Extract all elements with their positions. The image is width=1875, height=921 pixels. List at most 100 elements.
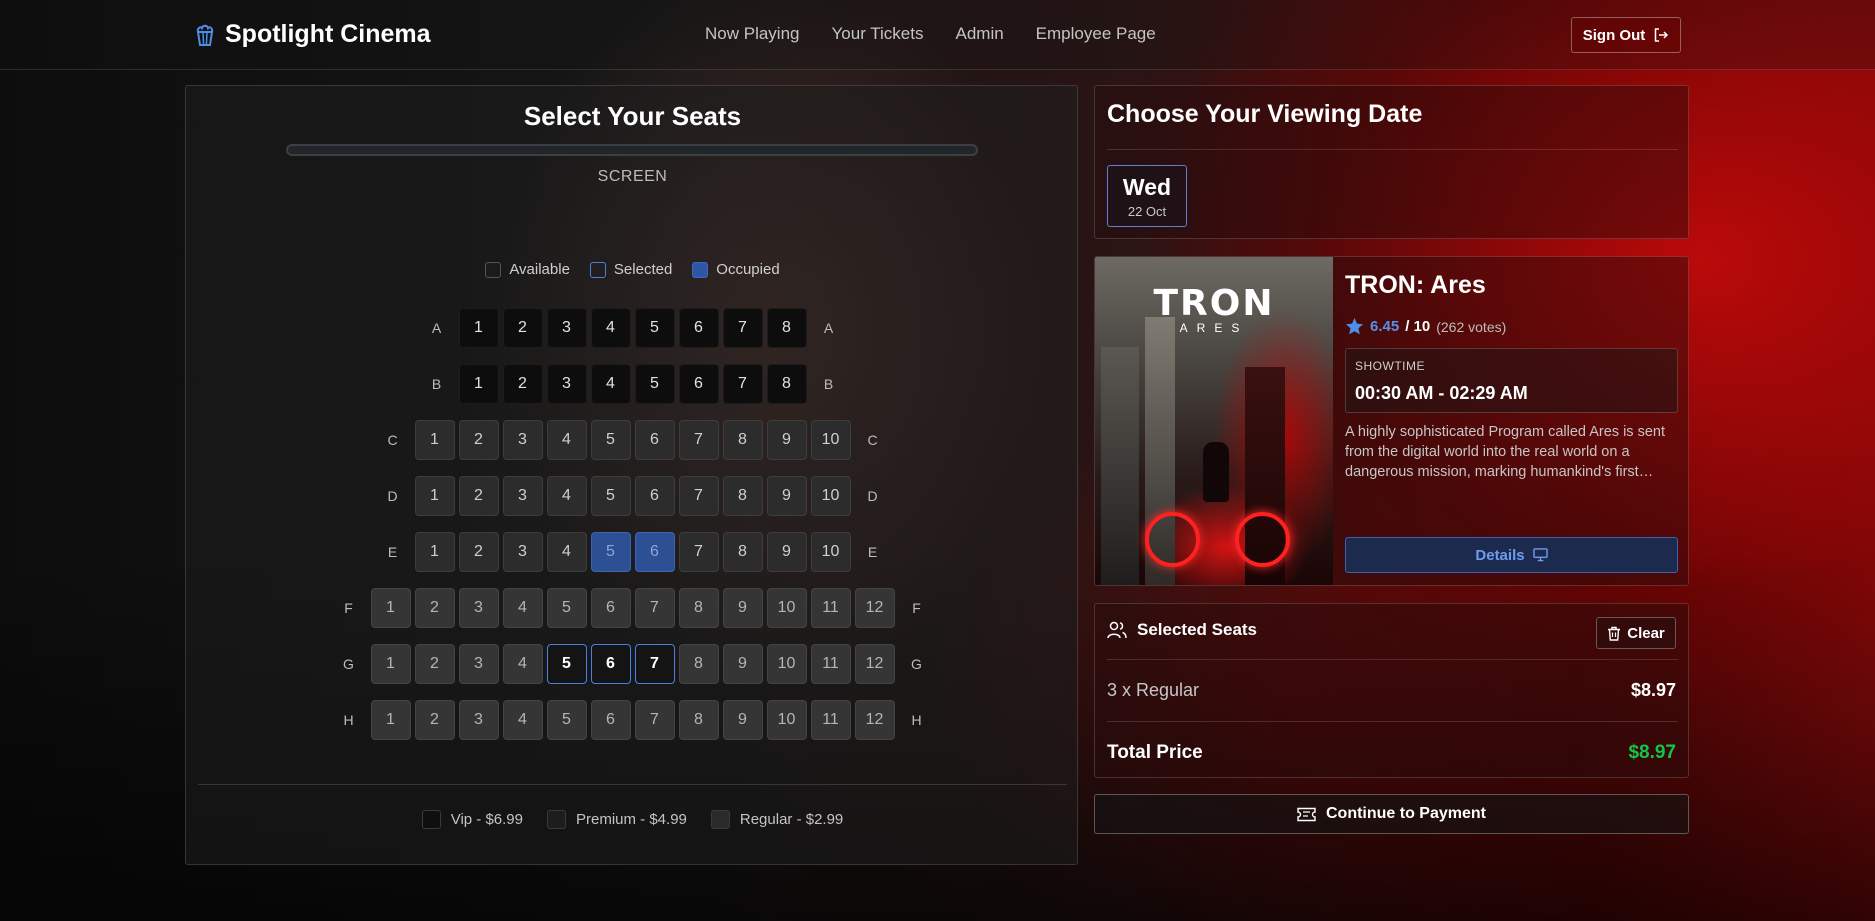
seat[interactable]: 11 — [810, 588, 851, 628]
seat[interactable]: 8 — [722, 532, 763, 572]
seat[interactable]: 6 — [590, 644, 631, 684]
seat[interactable]: 8 — [722, 420, 763, 460]
seat[interactable]: 5 — [634, 308, 675, 348]
seat[interactable]: 10 — [810, 420, 851, 460]
seat[interactable]: 9 — [766, 532, 807, 572]
sign-out-button[interactable]: Sign Out — [1571, 17, 1681, 53]
seat[interactable]: 2 — [502, 364, 543, 404]
date-option-selected[interactable]: Wed 22 Oct — [1107, 165, 1187, 227]
seat[interactable]: 12 — [854, 644, 895, 684]
seat[interactable]: 4 — [546, 420, 587, 460]
seat[interactable]: 8 — [678, 588, 719, 628]
nav-employee-page[interactable]: Employee Page — [1036, 24, 1156, 44]
seat[interactable]: 1 — [370, 588, 411, 628]
seat[interactable]: 11 — [810, 644, 851, 684]
seat[interactable]: 7 — [722, 364, 763, 404]
seat[interactable]: 4 — [502, 644, 543, 684]
seat[interactable]: 2 — [458, 476, 499, 516]
seat[interactable]: 5 — [546, 588, 587, 628]
seat[interactable]: 5 — [590, 476, 631, 516]
movie-info-card: TRON ARES TRON: Ares 6.45 / 10 (262 vote… — [1094, 256, 1689, 586]
seat[interactable]: 12 — [854, 700, 895, 740]
seat[interactable]: 10 — [766, 644, 807, 684]
seat[interactable]: 2 — [502, 308, 543, 348]
row-label: D — [867, 488, 878, 504]
seat[interactable]: 4 — [546, 532, 587, 572]
seat[interactable]: 1 — [414, 532, 455, 572]
seat[interactable]: 4 — [546, 476, 587, 516]
top-nav-bar: Spotlight Cinema Now Playing Your Ticket… — [0, 0, 1875, 70]
seat[interactable]: 7 — [678, 476, 719, 516]
seat[interactable]: 8 — [766, 364, 807, 404]
seat[interactable]: 4 — [590, 308, 631, 348]
seat[interactable]: 9 — [722, 644, 763, 684]
seat[interactable]: 4 — [502, 700, 543, 740]
seat[interactable]: 9 — [722, 588, 763, 628]
seat[interactable]: 1 — [414, 476, 455, 516]
seat[interactable]: 8 — [766, 308, 807, 348]
continue-to-payment-button[interactable]: Continue to Payment — [1094, 794, 1689, 834]
line-item-value: $8.97 — [1630, 680, 1676, 700]
row-label: E — [387, 544, 398, 560]
seat[interactable]: 3 — [458, 644, 499, 684]
seat[interactable]: 6 — [634, 420, 675, 460]
seat[interactable]: 1 — [458, 364, 499, 404]
seat[interactable]: 11 — [810, 700, 851, 740]
seat[interactable]: 7 — [722, 308, 763, 348]
screen-label: SCREEN — [597, 168, 668, 185]
seat[interactable]: 9 — [766, 476, 807, 516]
seat[interactable]: 8 — [678, 644, 719, 684]
seat[interactable]: 7 — [634, 700, 675, 740]
seat[interactable]: 5 — [546, 644, 587, 684]
seat[interactable]: 1 — [370, 700, 411, 740]
seat[interactable]: 3 — [458, 700, 499, 740]
nav-admin[interactable]: Admin — [955, 24, 1003, 44]
seat[interactable]: 1 — [414, 420, 455, 460]
seat[interactable]: 10 — [810, 532, 851, 572]
row-label: D — [387, 488, 398, 504]
seat[interactable]: 3 — [502, 532, 543, 572]
seat[interactable]: 6 — [678, 308, 719, 348]
seat[interactable]: 3 — [458, 588, 499, 628]
popcorn-icon — [195, 24, 215, 46]
seat[interactable]: 6 — [634, 532, 675, 572]
seat[interactable]: 9 — [722, 700, 763, 740]
seat[interactable]: 12 — [854, 588, 895, 628]
clear-button[interactable]: Clear — [1596, 617, 1676, 649]
seat[interactable]: 7 — [634, 588, 675, 628]
seat[interactable]: 5 — [634, 364, 675, 404]
seat[interactable]: 8 — [678, 700, 719, 740]
nav-now-playing[interactable]: Now Playing — [705, 24, 800, 44]
seat[interactable]: 4 — [502, 588, 543, 628]
seat[interactable]: 6 — [634, 476, 675, 516]
seat[interactable]: 3 — [502, 420, 543, 460]
seat[interactable]: 7 — [634, 644, 675, 684]
seat[interactable]: 6 — [590, 700, 631, 740]
seat[interactable]: 10 — [766, 588, 807, 628]
seat[interactable]: 7 — [678, 420, 719, 460]
brand[interactable]: Spotlight Cinema — [195, 20, 431, 49]
nav-your-tickets[interactable]: Your Tickets — [832, 24, 924, 44]
seat[interactable]: 3 — [546, 308, 587, 348]
seat[interactable]: 2 — [414, 700, 455, 740]
seat[interactable]: 9 — [766, 420, 807, 460]
seat[interactable]: 1 — [370, 644, 411, 684]
seat[interactable]: 5 — [590, 420, 631, 460]
seat[interactable]: 6 — [678, 364, 719, 404]
seat[interactable]: 4 — [590, 364, 631, 404]
seat[interactable]: 2 — [458, 532, 499, 572]
details-button[interactable]: Details — [1345, 537, 1678, 573]
seat[interactable]: 2 — [458, 420, 499, 460]
seat[interactable]: 3 — [502, 476, 543, 516]
seat[interactable]: 3 — [546, 364, 587, 404]
seat[interactable]: 10 — [810, 476, 851, 516]
seat[interactable]: 5 — [546, 700, 587, 740]
seat[interactable]: 10 — [766, 700, 807, 740]
seat[interactable]: 6 — [590, 588, 631, 628]
seat[interactable]: 2 — [414, 644, 455, 684]
seat[interactable]: 2 — [414, 588, 455, 628]
seat[interactable]: 5 — [590, 532, 631, 572]
seat[interactable]: 8 — [722, 476, 763, 516]
seat[interactable]: 1 — [458, 308, 499, 348]
seat[interactable]: 7 — [678, 532, 719, 572]
